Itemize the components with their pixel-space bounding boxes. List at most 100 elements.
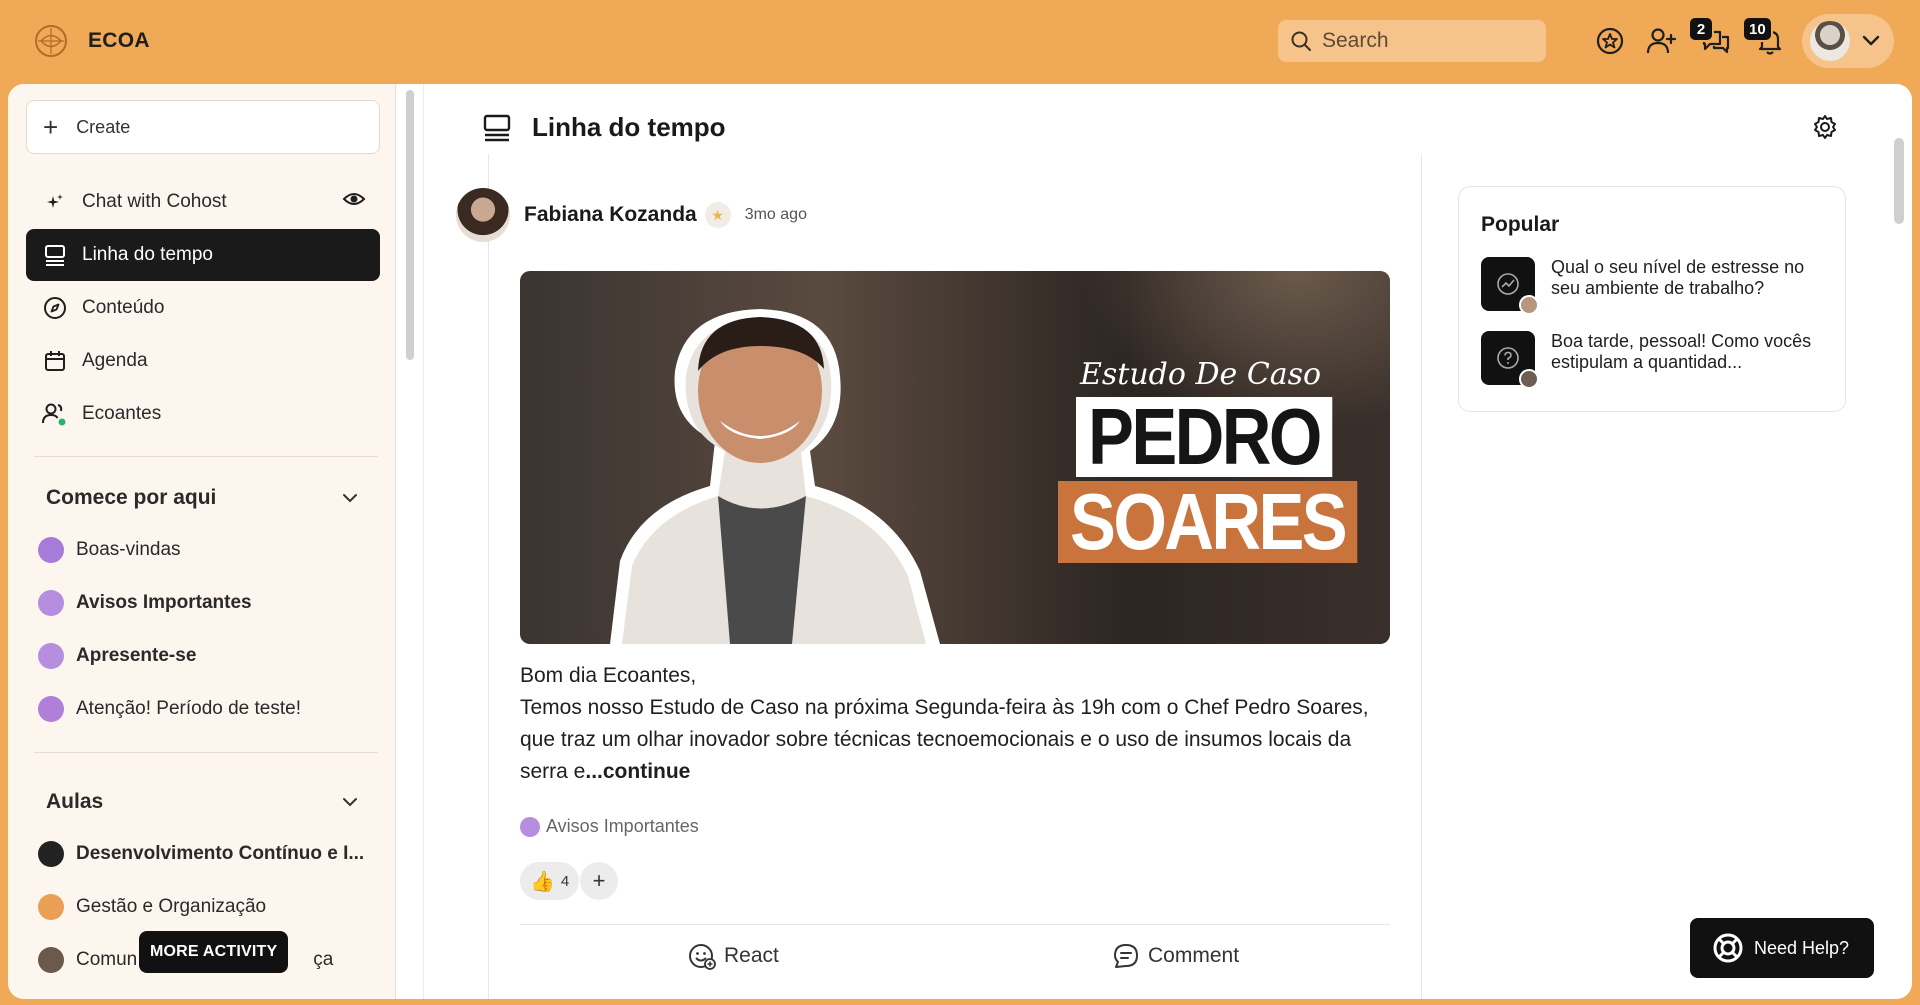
sparkle-icon	[42, 189, 68, 215]
space-label: Boas-vindas	[76, 539, 181, 560]
space-icon	[38, 537, 64, 563]
space-label: Desenvolvimento Contínuo e I...	[76, 843, 365, 864]
sidebar-scrollbar[interactable]	[398, 84, 424, 999]
react-button[interactable]: React	[688, 942, 779, 970]
space-item-atencao[interactable]: Atenção! Período de teste!	[38, 687, 378, 731]
post-body: Bom dia Ecoantes, Temos nosso Estudo de …	[520, 660, 1400, 788]
scrollbar-thumb[interactable]	[406, 90, 414, 360]
space-icon	[38, 590, 64, 616]
author-avatar[interactable]	[456, 188, 510, 242]
nav-ecoantes[interactable]: Ecoantes	[26, 388, 380, 440]
timeline-icon	[42, 242, 68, 268]
search-input[interactable]: Search	[1278, 20, 1546, 62]
badge-star-icon: ★	[704, 202, 731, 228]
space-label-tail: ça	[313, 949, 334, 970]
popular-title: Popular	[1481, 213, 1560, 236]
lifebuoy-icon	[1713, 933, 1743, 963]
popular-thumb	[1481, 257, 1539, 315]
chevron-down-icon[interactable]	[342, 796, 358, 808]
popular-widget: Popular Qual o seu nível de estresse no …	[1458, 186, 1846, 412]
sidebar-divider	[34, 456, 378, 457]
messages-badge: 2	[1688, 16, 1714, 42]
nav-chat-with-cohost[interactable]: Chat with Cohost	[26, 176, 380, 228]
add-reaction-button[interactable]: +	[580, 862, 618, 900]
nav-linha-do-tempo[interactable]: Linha do tempo	[26, 229, 380, 281]
leaderboard-star-icon[interactable]	[1592, 22, 1628, 60]
space-item-gestao[interactable]: Gestão e Organização	[38, 885, 378, 929]
create-button[interactable]: + Create	[26, 100, 380, 154]
space-label: Apresente-se	[76, 645, 197, 666]
thumbs-up-icon: 👍	[530, 870, 555, 893]
more-activity-tooltip[interactable]: MORE ACTIVITY	[139, 931, 289, 973]
space-label: Avisos Importantes	[76, 592, 252, 613]
continue-link[interactable]: ...continue	[585, 760, 690, 783]
notifications-bell-icon[interactable]: 10	[1742, 16, 1788, 60]
space-label: Gestão e Organização	[76, 896, 267, 917]
post-time[interactable]: 3mo ago	[745, 206, 807, 224]
need-help-button[interactable]: Need Help?	[1690, 918, 1874, 978]
space-item-avisos-importantes[interactable]: Avisos Importantes	[38, 581, 378, 625]
nav-label: Ecoantes	[82, 403, 162, 424]
sidebar-divider	[34, 752, 378, 753]
messages-icon[interactable]: 2	[1688, 16, 1734, 60]
settings-gear-icon[interactable]	[1812, 114, 1838, 145]
top-bar: ECOA Search 2 10	[0, 0, 1920, 84]
post-image[interactable]: Estudo De Caso PEDRO SOARES	[520, 271, 1390, 644]
page-title: Linha do tempo	[532, 112, 726, 142]
post-body-line1: Bom dia Ecoantes,	[520, 664, 697, 687]
user-menu[interactable]	[1802, 14, 1894, 68]
search-icon	[1291, 31, 1311, 51]
space-icon	[38, 841, 64, 867]
chart-icon	[1497, 273, 1519, 295]
popular-thumb	[1481, 331, 1539, 389]
author-mini-avatar	[1519, 295, 1539, 315]
warning-space-icon	[38, 696, 64, 722]
add-member-icon[interactable]	[1644, 22, 1680, 60]
calendar-icon	[42, 348, 68, 374]
image-label-line1: PEDRO	[1076, 397, 1332, 477]
popular-item[interactable]: Boa tarde, pessoal! Como vocês estipulam…	[1481, 331, 1831, 389]
section-title-aulas[interactable]: Aulas	[46, 790, 103, 814]
timeline-icon	[483, 114, 511, 141]
space-label: Atenção! Período de teste!	[76, 698, 301, 719]
space-icon	[38, 947, 64, 973]
comment-button[interactable]: Comment	[1112, 942, 1239, 970]
page-header: Linha do tempo	[482, 112, 726, 143]
sidebar: + Create Chat with Cohost Linha do tempo…	[8, 84, 396, 999]
main-content: Linha do tempo Fabiana Kozanda ★ 3mo ago…	[424, 84, 1912, 999]
nav-conteudo[interactable]: Conteúdo	[26, 282, 380, 334]
user-avatar	[1810, 21, 1850, 61]
need-help-label: Need Help?	[1754, 937, 1850, 958]
post-space-label: Avisos Importantes	[546, 816, 699, 836]
space-icon	[38, 894, 64, 920]
nav-label: Linha do tempo	[82, 244, 213, 265]
author-name[interactable]: Fabiana Kozanda	[524, 203, 697, 227]
space-icon	[38, 643, 64, 669]
compass-icon	[42, 295, 68, 321]
space-item-boas-vindas[interactable]: Boas-vindas	[38, 528, 378, 572]
main-scrollbar-thumb[interactable]	[1894, 138, 1904, 224]
nav-label: Agenda	[82, 350, 148, 371]
space-icon	[520, 816, 540, 837]
nav-agenda[interactable]: Agenda	[26, 335, 380, 387]
nav-label: Chat with Cohost	[82, 191, 227, 212]
chevron-down-icon[interactable]	[342, 492, 358, 504]
section-title-comece-por-aqui[interactable]: Comece por aqui	[46, 486, 216, 510]
chef-photo	[610, 309, 940, 644]
post-space-tag[interactable]: Avisos Importantes	[520, 816, 699, 837]
comment-icon	[1114, 944, 1138, 968]
post-author: Fabiana Kozanda ★ 3mo ago	[456, 188, 807, 242]
thumbs-up-reaction[interactable]: 👍 4	[520, 862, 580, 900]
popular-item[interactable]: Qual o seu nível de estresse no seu ambi…	[1481, 257, 1831, 315]
ecoa-logo[interactable]	[32, 22, 70, 60]
post-body-text: Temos nosso Estudo de Caso na próxima Se…	[520, 692, 1400, 788]
space-item-desenvolvimento[interactable]: Desenvolvimento Contínuo e I...	[38, 832, 378, 876]
author-mini-avatar	[1519, 369, 1539, 389]
image-label-small: Estudo De Caso	[1080, 357, 1322, 392]
space-label: Comun	[76, 949, 138, 970]
space-item-apresente-se[interactable]: Apresente-se	[38, 634, 378, 678]
eye-icon[interactable]	[342, 190, 366, 214]
nav-label: Conteúdo	[82, 297, 165, 318]
brand-name[interactable]: ECOA	[88, 29, 150, 53]
question-icon	[1497, 347, 1519, 369]
